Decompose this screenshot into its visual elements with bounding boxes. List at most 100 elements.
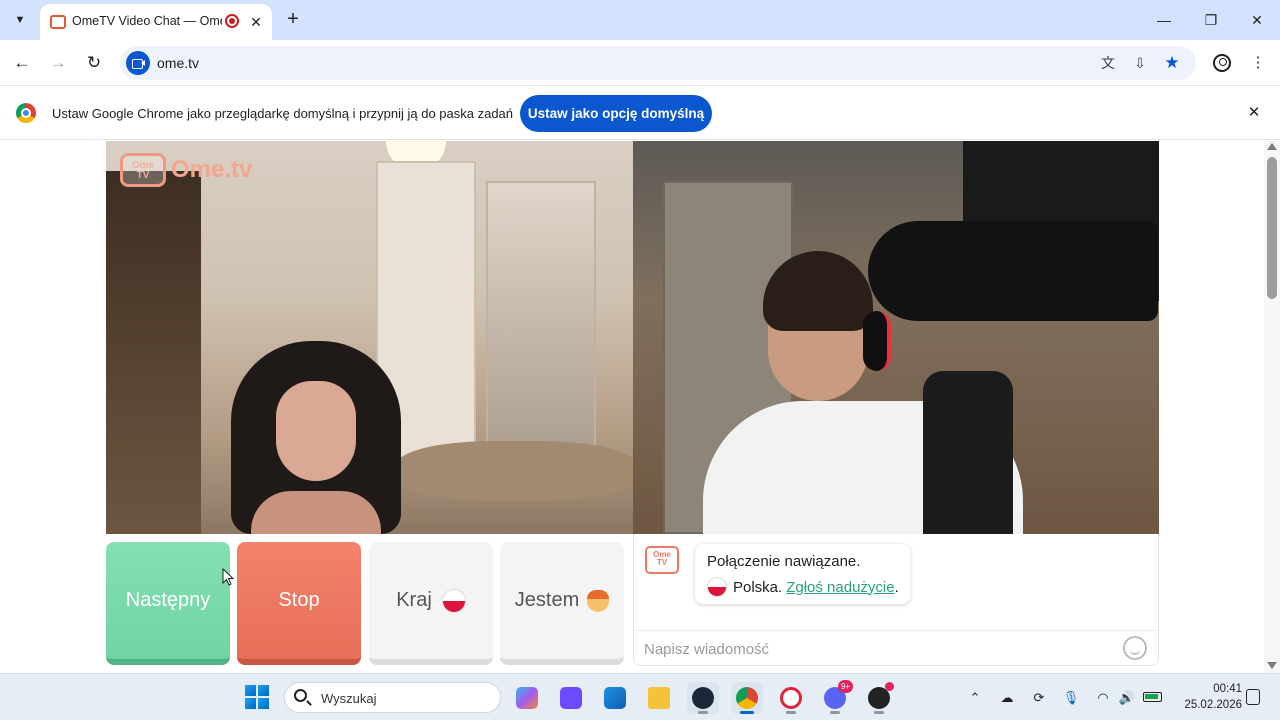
chrome-app[interactable] xyxy=(731,682,763,714)
start-tile-1 xyxy=(245,685,256,696)
tab-title: OmeTV Video Chat — Omegle alternative xyxy=(72,14,222,28)
start-tile-4 xyxy=(258,698,269,709)
country-button[interactable]: Kraj xyxy=(369,542,493,665)
mouse-cursor-icon xyxy=(222,568,234,586)
address-bar[interactable]: ome.tv 文 ⇩ ★ xyxy=(120,46,1196,80)
next-button-label: Następny xyxy=(125,589,211,611)
table xyxy=(396,441,633,501)
headset xyxy=(863,311,891,371)
url-text[interactable]: ome.tv xyxy=(157,55,199,71)
proton-icon xyxy=(560,687,582,709)
ometv-logo: Ome TV Ome.tv xyxy=(120,153,252,187)
scroll-thumb[interactable] xyxy=(1267,157,1277,299)
boy-emoji-icon xyxy=(587,589,610,612)
chrome-logo-icon xyxy=(16,103,36,123)
scroll-down-arrow-icon[interactable] xyxy=(1267,662,1277,669)
chat-panel: Ome TV Połączenie nawiązane. Polska. Zgł… xyxy=(633,534,1159,666)
obs-recording-dot xyxy=(885,682,894,691)
ometv-logo-tv-icon: Ome TV xyxy=(120,153,166,187)
ometv-page: Ome TV Ome.tv Następny Stop Kraj Jestem … xyxy=(0,141,1264,673)
infobar-close-icon[interactable]: ✕ xyxy=(1244,103,1264,123)
forward-button[interactable]: → xyxy=(46,51,70,75)
onedrive-offline-icon[interactable]: ☁ xyxy=(997,688,1017,708)
steam-icon xyxy=(692,687,714,709)
opera-running-indicator xyxy=(786,711,796,714)
file-explorer-app[interactable] xyxy=(643,682,675,714)
tab-close-icon[interactable]: ✕ xyxy=(246,12,266,32)
browser-toolbar: ← → ↻ ome.tv 文 ⇩ ★ ⋮ xyxy=(0,40,1280,86)
report-trailing-dot: . xyxy=(894,578,899,596)
menu-kebab-icon[interactable]: ⋮ xyxy=(1246,51,1270,75)
steam-running-indicator xyxy=(698,711,708,714)
close-window-button[interactable]: ✕ xyxy=(1244,8,1270,32)
page-scrollbar[interactable] xyxy=(1264,141,1280,673)
minimize-button[interactable]: — xyxy=(1151,8,1177,32)
ometv-logo-text: Ome.tv xyxy=(171,156,253,183)
sync-icon[interactable]: ⟳ xyxy=(1029,688,1049,708)
chat-logo-text: Ome TV xyxy=(653,550,671,567)
remote-person-face xyxy=(276,381,356,481)
copilot-app[interactable] xyxy=(511,682,543,714)
taskbar-search[interactable]: Wyszukaj xyxy=(284,682,501,713)
site-info-icon[interactable] xyxy=(126,51,150,75)
emoji-picker-icon[interactable] xyxy=(1123,636,1147,660)
gender-button[interactable]: Jestem xyxy=(500,542,624,665)
ometv-favicon-icon xyxy=(50,15,66,29)
opera-icon xyxy=(780,687,802,709)
message-input[interactable] xyxy=(644,638,1104,660)
infobar-message: Ustaw Google Chrome jako przeglądarkę do… xyxy=(52,106,514,121)
set-default-button[interactable]: Ustaw jako opcję domyślną xyxy=(520,95,712,132)
windows-taskbar: Wyszukaj 9+ ⌃ ☁ ⟳ 🎙 ◠ 🔊 00:41 25.02.2026 xyxy=(0,673,1280,720)
restore-button[interactable]: ❐ xyxy=(1198,8,1224,32)
back-button[interactable]: ← xyxy=(10,51,34,75)
obs-app[interactable] xyxy=(863,682,895,714)
partner-country-line: Polska. Zgłoś nadużycie. xyxy=(707,577,899,597)
tab-ometv[interactable]: OmeTV Video Chat — Omegle alternative ✕ xyxy=(40,4,272,40)
start-tile-3 xyxy=(245,698,256,709)
remote-person-body xyxy=(251,491,381,534)
opera-app[interactable] xyxy=(775,682,807,714)
ometv-logo-tv-text: Ome TV xyxy=(131,160,155,181)
connection-status: Połączenie nawiązane. xyxy=(707,553,861,570)
recording-indicator-icon xyxy=(225,14,239,28)
tab-search-chevron-icon[interactable]: ▼ xyxy=(8,8,32,32)
clock[interactable]: 00:41 25.02.2026 xyxy=(1172,681,1242,713)
shelf xyxy=(106,171,201,534)
discord-running-indicator xyxy=(830,711,840,714)
wifi-icon[interactable]: ◠ xyxy=(1093,688,1113,708)
profile-icon[interactable] xyxy=(1213,54,1231,72)
microphone xyxy=(868,221,1158,321)
outlook-app[interactable] xyxy=(599,682,631,714)
battery-icon[interactable] xyxy=(1143,692,1162,702)
remote-person xyxy=(231,341,401,534)
mirror-wardrobe xyxy=(486,181,596,481)
gender-button-label: Jestem xyxy=(514,589,580,611)
remote-video: Ome TV Ome.tv xyxy=(106,141,633,534)
chat-ometv-logo-icon: Ome TV xyxy=(645,546,679,574)
bookmark-star-icon[interactable]: ★ xyxy=(1162,53,1182,73)
system-message-bubble: Połączenie nawiązane. Polska. Zgłoś nadu… xyxy=(695,544,910,604)
scroll-up-arrow-icon[interactable] xyxy=(1267,143,1277,150)
discord-app[interactable]: 9+ xyxy=(819,680,853,714)
reload-button[interactable]: ↻ xyxy=(82,51,106,75)
notifications-icon[interactable] xyxy=(1246,689,1260,705)
poland-flag-icon xyxy=(441,588,466,613)
default-browser-infobar: Ustaw Google Chrome jako przeglądarkę do… xyxy=(0,87,1280,140)
volume-icon[interactable]: 🔊 xyxy=(1117,688,1137,708)
start-button[interactable] xyxy=(245,685,269,709)
install-app-icon[interactable]: ⇩ xyxy=(1130,53,1150,73)
steam-app[interactable] xyxy=(687,682,719,714)
obs-running-indicator xyxy=(874,711,884,714)
microphone-in-use-icon[interactable]: 🎙 xyxy=(1061,688,1081,708)
country-button-label: Kraj xyxy=(396,589,432,611)
show-hidden-icons-chevron-icon[interactable]: ⌃ xyxy=(965,688,985,708)
next-button[interactable]: Następny xyxy=(106,542,230,665)
proton-vpn-app[interactable] xyxy=(555,682,587,714)
search-icon xyxy=(294,689,307,702)
new-tab-button[interactable]: + xyxy=(282,8,304,30)
translate-icon[interactable]: 文 xyxy=(1098,53,1118,73)
stop-button[interactable]: Stop xyxy=(237,542,361,665)
outlook-icon xyxy=(604,687,626,709)
gaming-chair xyxy=(923,371,1013,534)
report-abuse-link[interactable]: Zgłoś nadużycie xyxy=(786,579,894,596)
